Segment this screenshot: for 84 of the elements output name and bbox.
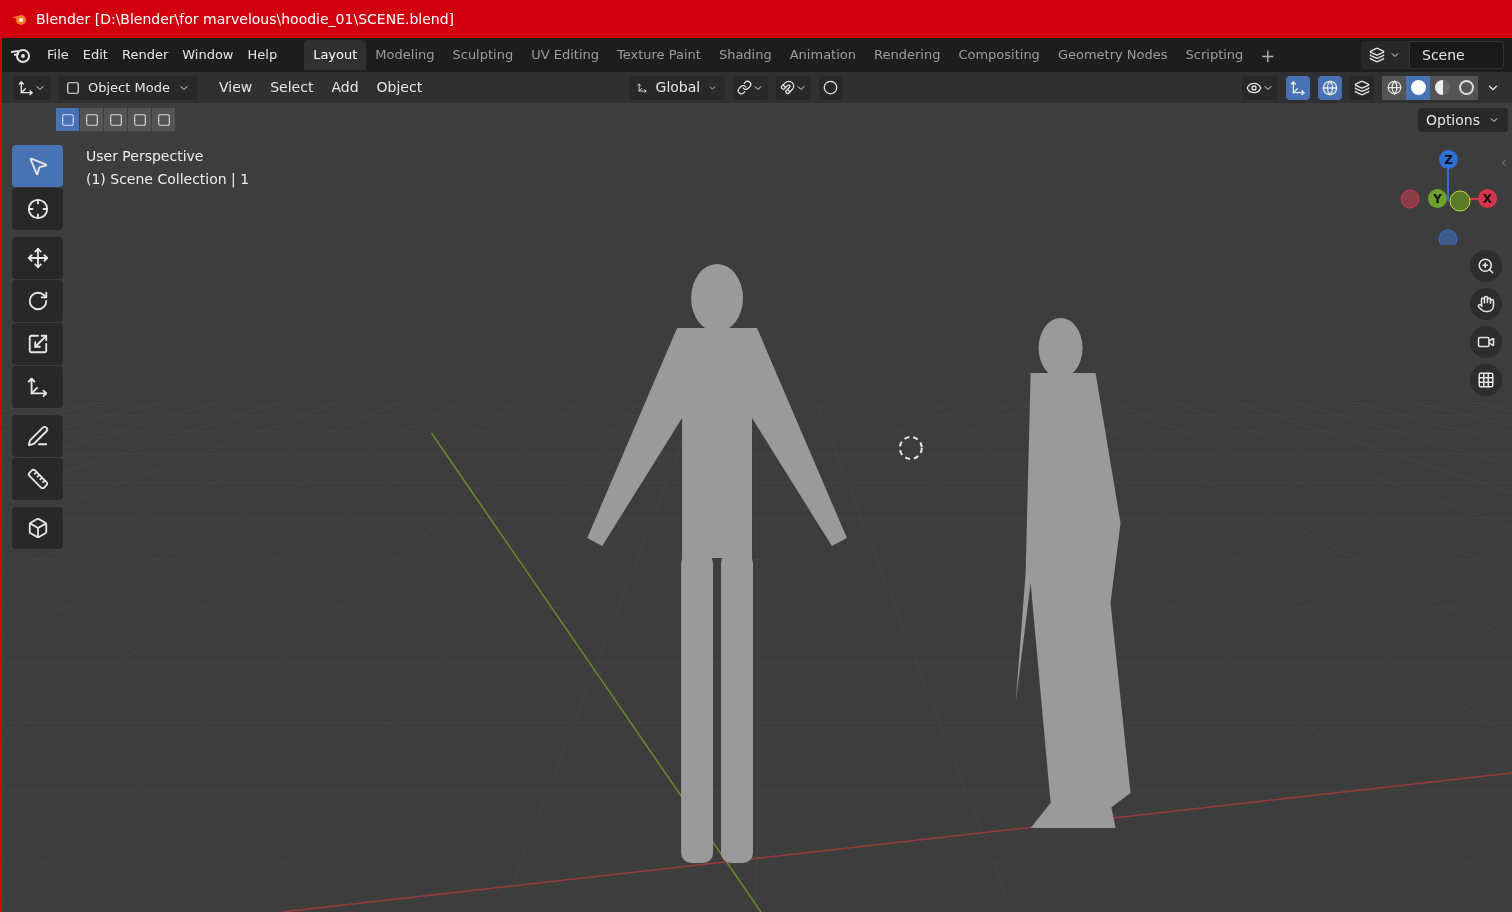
add-workspace-button[interactable]: +: [1252, 41, 1284, 69]
axes-icon: [18, 79, 34, 96]
negative-y-axis-handle[interactable]: [1449, 190, 1471, 212]
menu-item[interactable]: File: [40, 45, 76, 65]
workspace-tab[interactable]: Compositing: [949, 40, 1049, 70]
cursor-icon: [26, 198, 49, 220]
menu-item[interactable]: View: [210, 77, 262, 98]
app-logo-icon[interactable]: [10, 46, 32, 64]
options-dropdown[interactable]: Options: [1417, 108, 1508, 132]
selection-square-icon: [84, 112, 99, 127]
shading-button[interactable]: [1430, 75, 1454, 100]
magnet-icon: [780, 80, 796, 95]
tool-button[interactable]: [12, 188, 63, 230]
workspace-tab[interactable]: Sculpting: [443, 40, 523, 70]
ruler-icon: [26, 468, 49, 490]
workspace-tab[interactable]: Shading: [709, 40, 781, 70]
app-icon: [12, 12, 28, 26]
tool-button[interactable]: [12, 507, 63, 549]
proportional-edit-button[interactable]: [819, 75, 843, 100]
menu-item[interactable]: Help: [240, 45, 285, 65]
menu-item[interactable]: Edit: [75, 45, 115, 65]
window-title: Blender [D:\Blender\for marvelous\hoodie_01\SCENE.blend]: [36, 9, 455, 29]
move-icon: [26, 247, 49, 269]
workspace-tab[interactable]: Scripting: [1176, 40, 1253, 70]
cube-icon: [26, 517, 49, 539]
selection-square-icon: [132, 112, 147, 127]
zoom-icon: [1477, 257, 1495, 275]
collection-label: (1) Scene Collection | 1: [86, 170, 250, 190]
tool-button[interactable]: [12, 323, 63, 365]
menu-item[interactable]: Object: [367, 77, 432, 98]
rotate-icon: [26, 290, 49, 312]
tool-button[interactable]: [12, 280, 63, 322]
overlay-icon: [1322, 79, 1338, 96]
editor-type-button[interactable]: [14, 75, 50, 100]
tool-button[interactable]: [12, 366, 63, 408]
tool-button[interactable]: [12, 415, 63, 457]
shading-button[interactable]: [1406, 75, 1430, 100]
workspace-tab[interactable]: Layout: [304, 40, 367, 70]
select-mode-button[interactable]: [128, 108, 151, 131]
xray-toggle[interactable]: [1350, 75, 1374, 100]
visibility-button[interactable]: [1242, 75, 1278, 100]
shading-button[interactable]: [1454, 75, 1478, 100]
object-icon: [66, 80, 80, 95]
select-mode-button[interactable]: [104, 108, 127, 131]
negative-z-axis-handle[interactable]: [1438, 229, 1458, 245]
tool-button[interactable]: [12, 458, 63, 500]
menu-item[interactable]: Add: [322, 77, 368, 98]
selection-square-icon: [108, 112, 123, 127]
grid-icon: [1477, 371, 1495, 389]
select-mode-button[interactable]: [152, 108, 175, 131]
workspace-tab[interactable]: UV Editing: [522, 40, 608, 70]
gizmo-toggle[interactable]: [1286, 75, 1310, 100]
workspace-tab[interactable]: Rendering: [865, 40, 950, 70]
menu-item[interactable]: Render: [114, 45, 176, 65]
mode-dropdown[interactable]: Object Mode: [58, 75, 198, 100]
scale-icon: [26, 333, 49, 355]
workspace-tab[interactable]: Animation: [780, 40, 865, 70]
tool-button[interactable]: [12, 237, 63, 279]
gizmo-icon: [1290, 79, 1306, 96]
scene-icon: [1369, 47, 1385, 63]
shading-button[interactable]: [1382, 75, 1406, 100]
scene-selector[interactable]: [1361, 41, 1409, 69]
selection-square-icon: [60, 112, 75, 127]
workspace-tab[interactable]: Geometry Nodes: [1048, 40, 1177, 70]
link-icon: [737, 80, 753, 95]
selection-square-icon: [156, 112, 171, 127]
select-mode-button[interactable]: [56, 108, 79, 131]
hand-icon: [1477, 295, 1495, 313]
menu-item[interactable]: Window: [175, 45, 241, 65]
pencil-icon: [26, 425, 49, 447]
snap-button[interactable]: [776, 75, 812, 100]
transform-icon: [26, 376, 49, 398]
scene-name-field[interactable]: Scene: [1409, 41, 1504, 69]
wireframe-icon: [1386, 80, 1402, 95]
menu-item[interactable]: Select: [261, 77, 323, 98]
negative-x-axis-handle[interactable]: [1400, 189, 1420, 209]
select-mode-button[interactable]: [80, 108, 103, 131]
pivot-button[interactable]: [733, 75, 769, 100]
xray-icon: [1354, 79, 1370, 96]
workspace-tab[interactable]: Modeling: [366, 40, 444, 70]
overlay-toggle[interactable]: [1318, 75, 1342, 100]
workspace-tab[interactable]: Texture Paint: [608, 40, 710, 70]
view-name: User Perspective: [86, 147, 205, 166]
orientation-dropdown[interactable]: Global: [629, 75, 726, 100]
